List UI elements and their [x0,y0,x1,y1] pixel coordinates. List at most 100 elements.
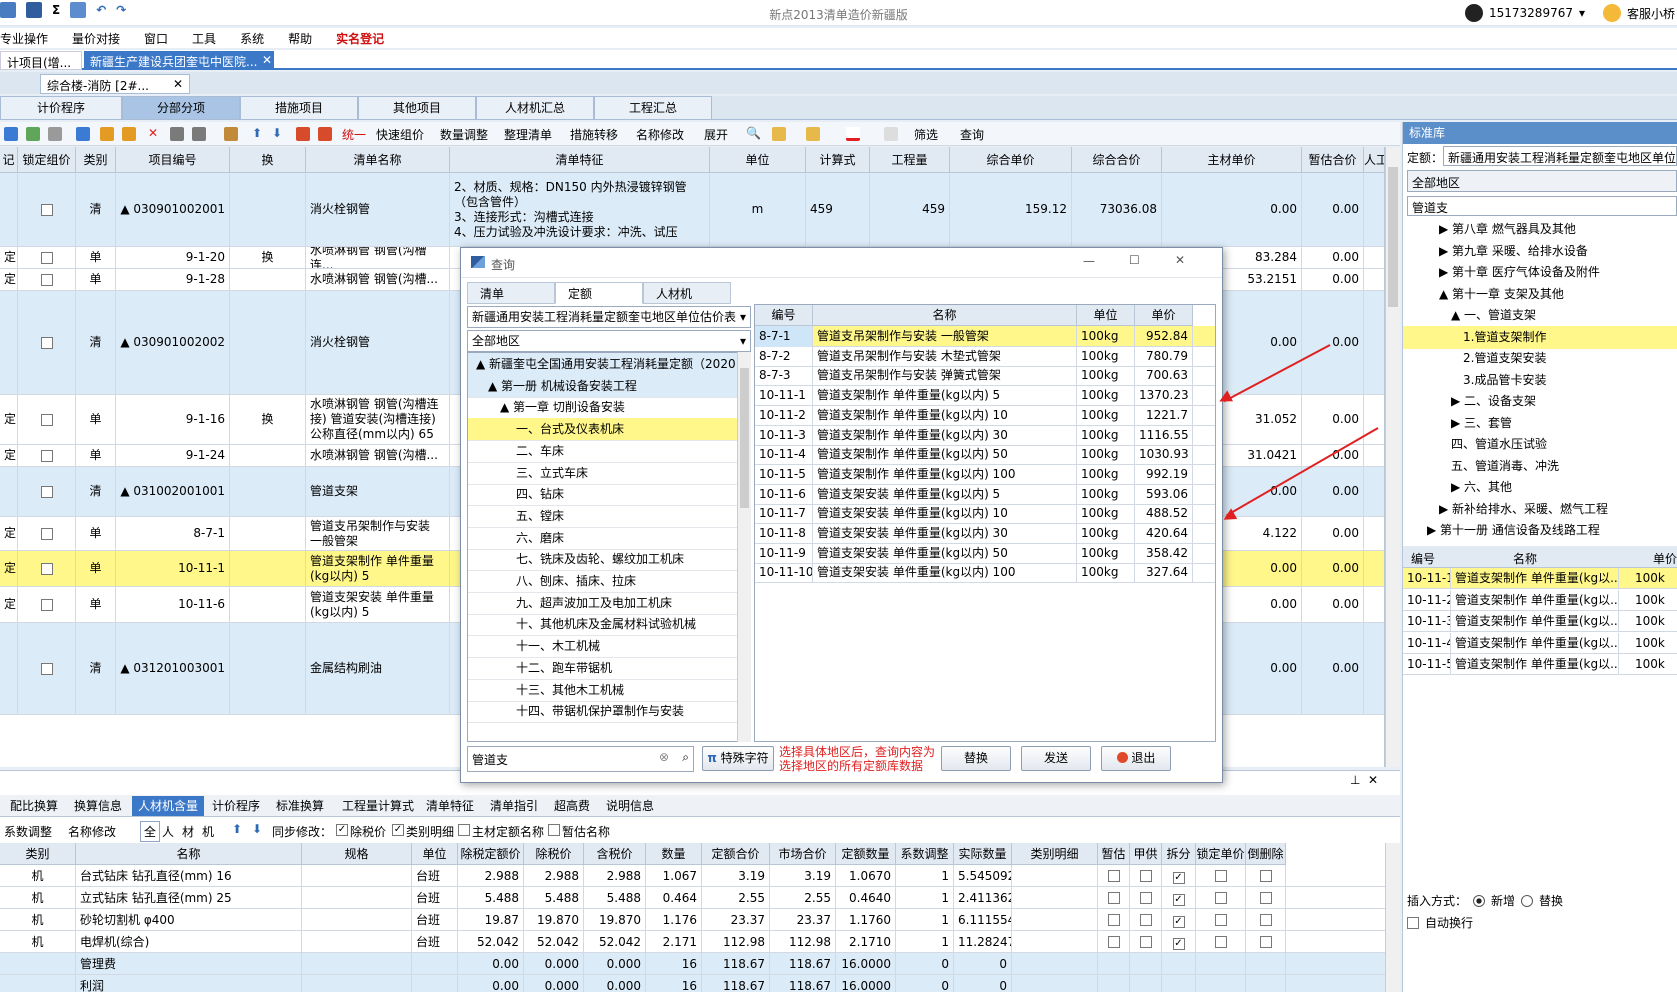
quota-row[interactable]: 10-11-6 管道支架安装 单件重量(kg以内) 5 100kg 593.06 [755,483,1215,505]
tree-node[interactable]: 十一、木工机械 [468,635,738,659]
rename-button[interactable]: 名称修改 [636,126,684,143]
radio-replace[interactable] [1521,894,1534,907]
row-checkbox[interactable]: ✓ [1172,938,1185,950]
move-down-icon[interactable]: ⬇ [272,126,282,140]
row-checkbox[interactable] [1259,914,1272,926]
tree-node[interactable]: 十三、其他木工机械 [468,679,738,702]
filter-labor[interactable]: 人 [162,823,174,840]
tree-node[interactable]: 一、台式及仪表机床 [468,418,738,442]
row-checkbox[interactable]: ✓ [1172,872,1185,884]
tree-node[interactable]: ▶ 新补给排水、采暖、燃气工程 [1403,498,1677,521]
tree-node[interactable]: 十二、跑车带锯机 [468,657,738,680]
tab-resources[interactable]: 人材机 [643,282,731,304]
lock-checkbox[interactable] [40,527,53,540]
dialog-search-input[interactable]: 管道支 ⊗ ⌕ [467,746,694,772]
eraser-icon[interactable] [884,127,898,141]
row-checkbox[interactable] [1259,870,1272,882]
table-row[interactable]: 清 ▲ 030901002001 消火栓钢管 2、材质、规格：DN150 内外热浸镀锌… [0,173,1384,247]
quota-row[interactable]: 8-7-3 管道支吊架制作与安装 弹簧式管架 100kg 700.63 [755,365,1215,387]
menu-tools[interactable]: 工具 [192,30,216,47]
row-checkbox[interactable] [1259,892,1272,904]
tree-node[interactable]: 五、镗床 [468,505,738,528]
tab-quota[interactable]: 定额 [555,282,643,304]
user-phone[interactable]: 15173289767 [1489,6,1573,20]
library-row[interactable]: 10-11-1 管道支架制作 单件重量(kg以... 100k [1403,568,1677,589]
resource-cell[interactable] [1246,887,1286,909]
scroll-thumb[interactable] [1388,167,1398,307]
insert-icon[interactable] [4,127,18,141]
tree-node[interactable]: 五、管道消毒、冲洗 [1403,455,1677,478]
doc-tab-2[interactable]: 新疆生产建设兵团奎屯中医院... [84,51,274,70]
tidy-button[interactable]: 整理清单 [504,126,552,143]
cell-lock[interactable] [18,517,76,550]
lock-checkbox[interactable] [40,251,53,264]
resource-row[interactable]: 机立式钻床 钻孔直径(mm) 25 台班 5.488 5.488 5.488 0.464 2… [0,887,1385,909]
bottom-tab[interactable]: 换算信息 [68,796,128,816]
tree-node[interactable]: ▲ 新疆奎屯全国通用安装工程消耗量定额（2020 [468,353,738,376]
region-select[interactable]: 全部地区 ▾ [467,330,751,352]
unify-button[interactable]: 统一 [342,126,366,143]
radio-new[interactable] [1473,894,1486,907]
row-checkbox[interactable] [1107,870,1120,882]
customer-service[interactable]: 客服小桥 [1627,5,1675,22]
filter-material[interactable]: 材 [182,823,194,840]
resource-cell[interactable] [1196,887,1246,909]
library-row[interactable]: 10-11-5 管道支架制作 单件重量(kg以... 100k [1403,654,1677,675]
library-search-input[interactable]: 管道支 [1407,196,1677,216]
resource-cell[interactable] [1098,931,1130,953]
tree-node[interactable]: ▶ 第八章 燃气器具及其他 [1403,218,1677,241]
close-icon[interactable]: ✕ [1368,773,1378,787]
minimize-icon[interactable]: — [1083,254,1095,268]
tab-list[interactable]: 清单 [467,282,555,304]
delete-icon[interactable]: ✕ [148,126,158,140]
quota-row[interactable]: 10-11-9 管道支架安装 单件重量(kg以内) 50 100kg 358.42 [755,542,1215,564]
vertical-scrollbar[interactable] [1385,147,1400,767]
cell-lock[interactable] [18,291,76,394]
lock-checkbox[interactable] [40,562,53,575]
fill-color-icon[interactable] [846,127,860,141]
quota-row[interactable]: 8-7-1 管道支吊架制作与安装 一般管架 100kg 952.84 [755,326,1215,347]
move-down-icon[interactable]: ⬇ [252,822,262,836]
qty-adjust-button[interactable]: 数量调整 [440,126,488,143]
coef-adjust-button[interactable]: 系数调整 [4,823,52,840]
arrange2-icon[interactable] [122,127,136,141]
tree-node[interactable]: 九、超声波加工及电加工机床 [468,592,738,615]
menu-help[interactable]: 帮助 [288,30,312,47]
resource-cell[interactable] [1196,909,1246,931]
row-checkbox[interactable] [1214,870,1227,882]
resource-cell[interactable] [1098,887,1130,909]
tree-node[interactable]: 1.管道支架制作 [1403,325,1677,349]
tab-other[interactable]: 其他项目 [358,96,476,120]
resource-cell[interactable] [1130,931,1162,953]
bottom-tab[interactable]: 工程量计算式 [336,796,420,816]
chevron-down-icon[interactable]: ▾ [740,307,746,327]
tree-node[interactable]: ▶ 第十二册 刷油、防腐蚀、绝热工程 [1403,541,1677,542]
row-checkbox[interactable] [1214,892,1227,904]
filter-machine[interactable]: 机 [202,823,214,840]
chevron-down-icon[interactable]: ▾ [1579,6,1585,20]
row-checkbox[interactable] [1107,914,1120,926]
quota-row[interactable]: 10-11-1 管道支架制作 单件重量(kg以内) 5 100kg 1370.23 [755,385,1215,407]
tree-node[interactable]: 十、其他机床及金属材料试验机械 [468,613,738,637]
tab-summary-rcj[interactable]: 人材机汇总 [476,96,594,120]
special-char-button[interactable]: π 特殊字符 [702,746,774,771]
resource-cell[interactable] [1162,975,1196,992]
tab-pricing[interactable]: 计价程序 [0,96,122,120]
menu-system[interactable]: 系统 [240,30,264,47]
tree-node[interactable]: ▶ 三、套管 [1403,412,1677,435]
menu-window[interactable]: 窗口 [144,30,168,47]
tab-measures[interactable]: 措施项目 [240,96,358,120]
cell-lock[interactable] [18,587,76,622]
resource-row[interactable]: 管理费 0.00 0.000 0.000 16 118.67 118.67 16.0000 0 0 [0,953,1385,975]
quota-select[interactable]: 新疆通用安装工程消耗量定额奎屯地区单位 [1443,146,1677,166]
price2-icon[interactable] [318,127,332,141]
row-checkbox[interactable] [1107,936,1120,948]
quick-price-button[interactable]: 快速组价 [376,126,424,143]
arrange-icon[interactable] [100,127,114,141]
cell-lock[interactable] [18,269,76,290]
cut-icon[interactable] [170,127,184,141]
cell-lock[interactable] [18,623,76,714]
cell-lock[interactable] [18,247,76,268]
region-select[interactable]: 全部地区 [1407,170,1677,192]
paste-icon[interactable] [48,127,62,141]
